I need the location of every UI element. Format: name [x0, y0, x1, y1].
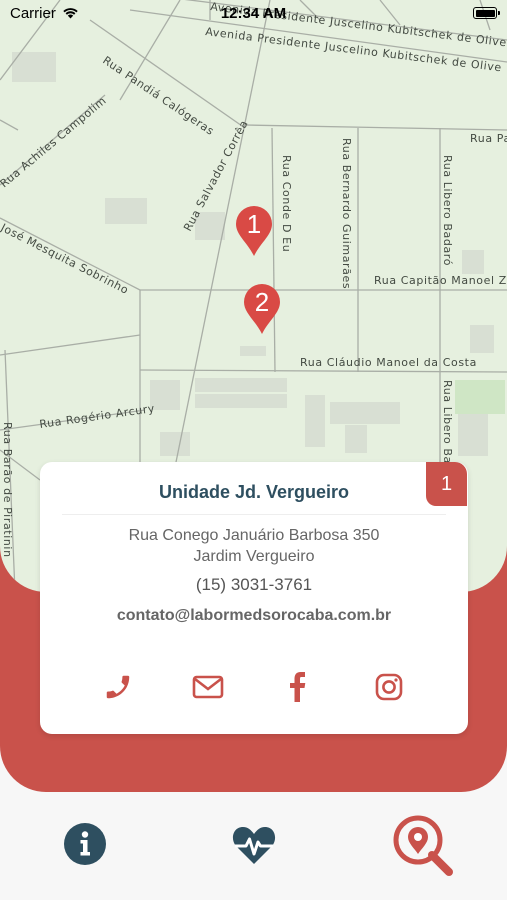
instagram-icon [375, 673, 403, 701]
map-marker-1[interactable]: 1 [236, 206, 272, 256]
heartbeat-icon [232, 827, 276, 864]
street-label-barao: Rua Barão de Piratinin [1, 422, 14, 558]
street-label-rogerio: Rua Rogério Arcury [39, 402, 156, 431]
card-title: Unidade Jd. Vergueiro [158, 482, 350, 502]
facebook-button[interactable] [281, 670, 315, 704]
street-label-conde: Rua Conde D Eu [280, 155, 293, 252]
tab-bar [0, 800, 507, 900]
call-button[interactable] [101, 670, 135, 704]
card-divider [62, 514, 446, 515]
street-label-jose: José Mesquita Sobrinho [0, 221, 131, 297]
info-icon [64, 823, 106, 865]
street-label-achiles: Rua Achiles Campolim [0, 94, 109, 190]
map-marker-2-label: 2 [255, 287, 269, 317]
location-card: Unidade Jd. Vergueiro Rua Conego Januári… [40, 462, 468, 734]
address-line-2: Jardim Vergueiro [193, 548, 315, 565]
address-line-1: Rua Conego Januário Barbosa 350 [128, 527, 380, 544]
envelope-icon [192, 675, 224, 699]
map-marker-1-label: 1 [247, 209, 261, 239]
map-park [455, 380, 505, 414]
tab-info[interactable] [63, 822, 107, 866]
status-bar: Carrier 12:34 AM [0, 0, 507, 28]
email-button[interactable] [191, 670, 225, 704]
instagram-button[interactable] [372, 670, 406, 704]
card-number-badge: 1 [426, 462, 467, 506]
street-label-pa: Rua Pa [470, 132, 507, 145]
card-phone[interactable]: (15) 3031-3761 [40, 575, 468, 595]
tab-locations[interactable] [392, 814, 454, 876]
street-label-capitao: Rua Capitão Manoel Z [374, 274, 507, 287]
card-email[interactable]: contato@labormedsorocaba.com.br [40, 607, 468, 625]
street-label-claudio: Rua Cláudio Manoel da Costa [300, 356, 477, 369]
facebook-icon [290, 672, 306, 702]
status-time: 12:34 AM [220, 5, 287, 22]
tab-health[interactable] [231, 824, 277, 866]
location-search-icon [393, 815, 453, 876]
street-label-libero-1: Rua Libero Badaró [441, 155, 454, 266]
street-label-bernardo: Rua Bernardo Guimarães [340, 138, 353, 289]
card-address: Rua Conego Januário Barbosa 350 Jardim V… [40, 525, 468, 567]
phone-icon [106, 675, 130, 699]
street-label-libero-2: Rua Libero Ba [441, 380, 454, 464]
battery-icon [473, 7, 500, 19]
